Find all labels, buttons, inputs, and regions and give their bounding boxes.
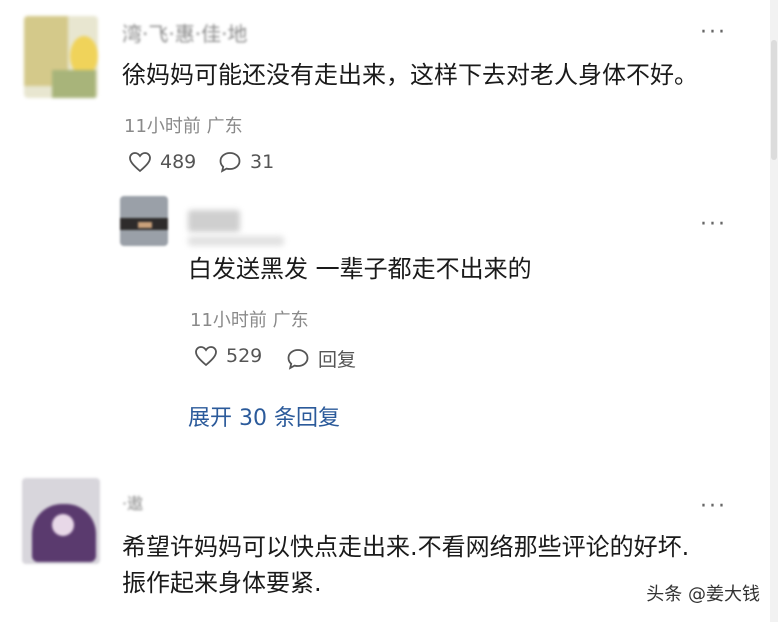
avatar[interactable] — [120, 196, 168, 246]
scrollbar-thumb[interactable] — [771, 40, 777, 160]
reply-button[interactable]: 31 — [218, 151, 274, 173]
username[interactable]: 湾·飞·惠·佳·地 — [122, 18, 247, 47]
username-blurred-secondary — [188, 236, 284, 246]
comment-text-line-1: 希望许妈妈可以快点走出来.不看网络那些评论的好坏. — [122, 533, 690, 561]
comment-text: 白发送黑发 一辈子都走不出来的 — [188, 255, 532, 283]
reply-label: 回复 — [318, 349, 357, 371]
like-button[interactable]: 529 — [194, 345, 262, 367]
like-button[interactable]: 489 — [128, 151, 196, 173]
reply-count: 31 — [250, 151, 275, 173]
expand-replies-link[interactable]: 展开 30 条回复 — [188, 400, 340, 432]
speech-bubble-icon — [287, 348, 309, 370]
more-options-icon[interactable]: ··· — [700, 20, 727, 45]
heart-outline-icon — [129, 152, 151, 173]
username-blurred[interactable] — [188, 210, 240, 232]
comment-meta: 11小时前 广东 — [190, 310, 309, 331]
comment-meta: 11小时前 广东 — [124, 116, 243, 137]
more-options-icon[interactable]: ··· — [700, 494, 727, 519]
avatar[interactable] — [24, 16, 98, 98]
comment-text-line-2: 振作起来身体要紧. — [122, 569, 322, 597]
comment-text: 徐妈妈可能还没有走出来，这样下去对老人身体不好。 — [122, 61, 698, 89]
like-count: 489 — [160, 151, 197, 173]
like-count: 529 — [226, 345, 263, 367]
speech-bubble-icon — [219, 152, 241, 173]
avatar[interactable] — [22, 478, 100, 564]
username[interactable]: ·遨 — [122, 490, 143, 514]
heart-outline-icon — [195, 346, 217, 367]
more-options-icon[interactable]: ··· — [700, 212, 727, 237]
watermark: 头条 @姜大钱 — [640, 578, 766, 608]
reply-button[interactable]: 回复 — [286, 345, 356, 372]
